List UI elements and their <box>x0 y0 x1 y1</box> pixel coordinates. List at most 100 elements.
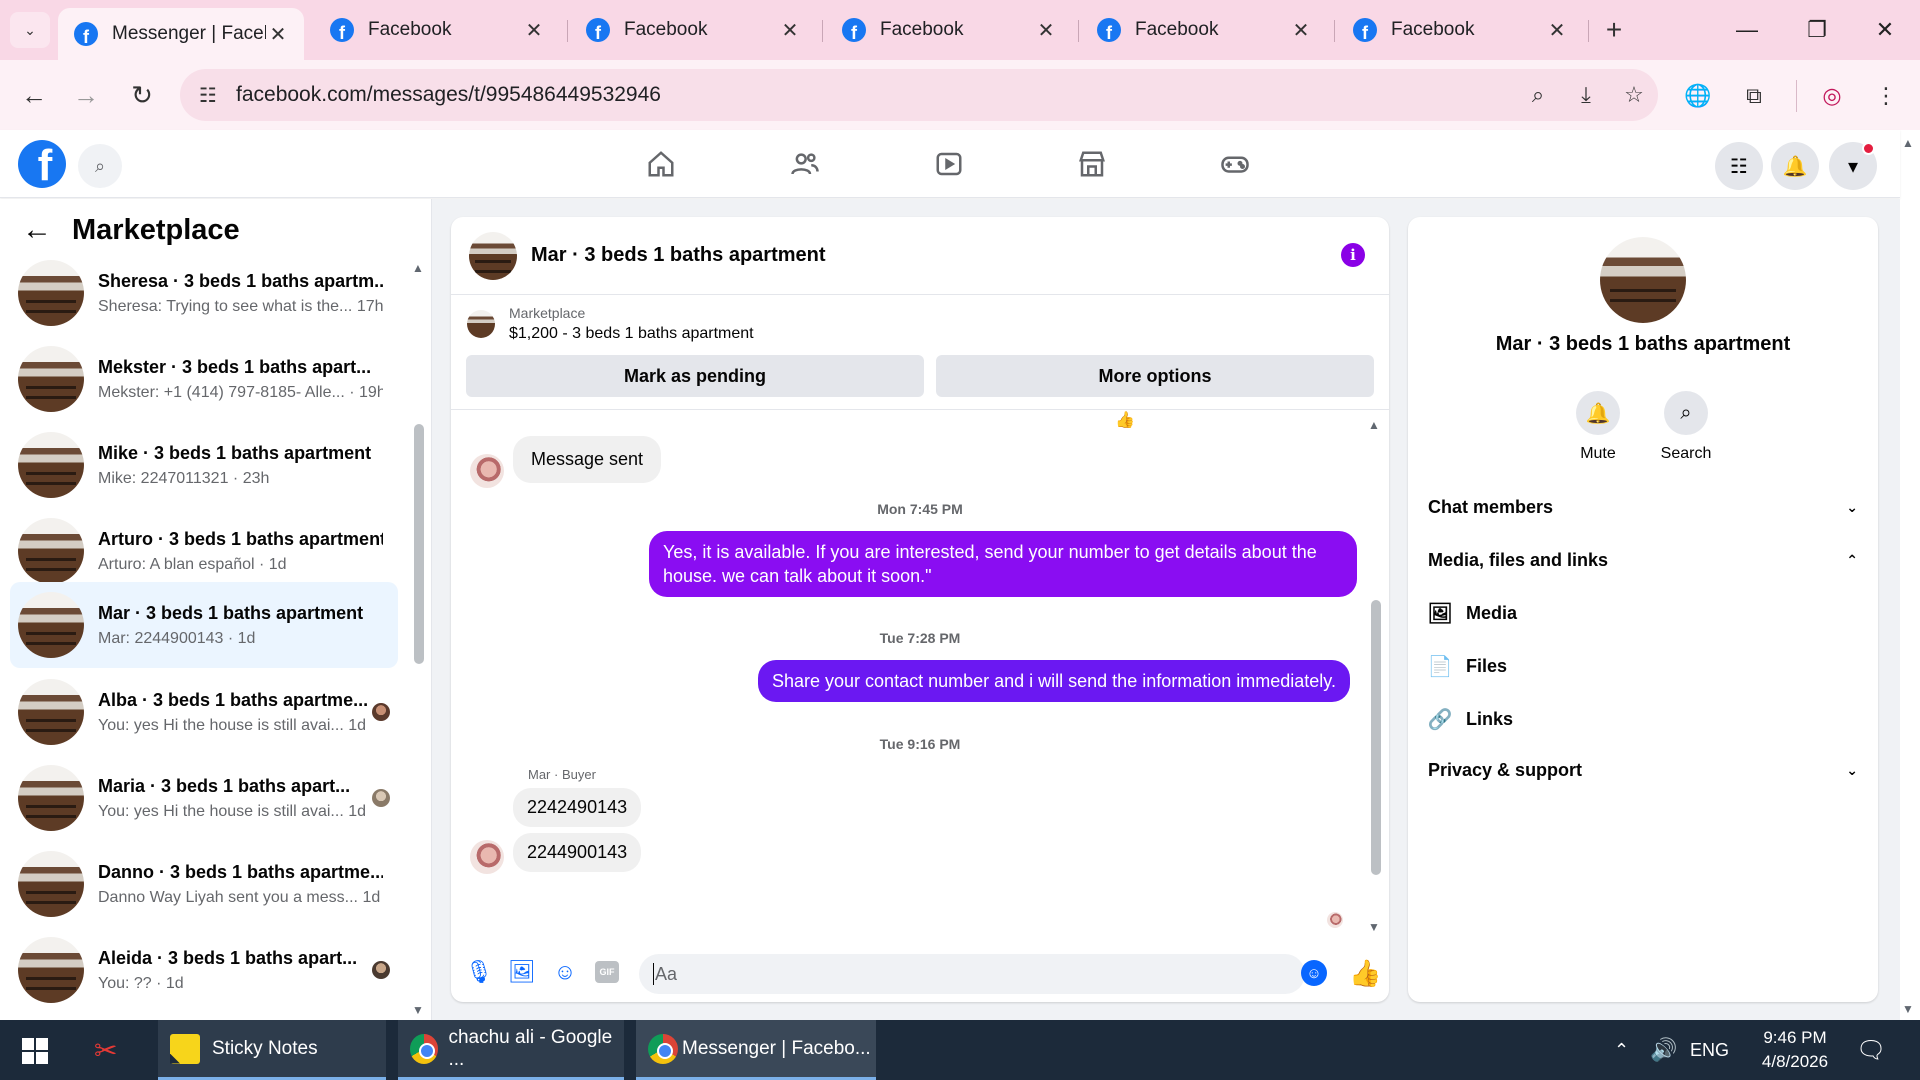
close-tab-icon[interactable]: ✕ <box>266 22 290 47</box>
message-input[interactable]: Aa <box>639 954 1305 994</box>
emoji-icon[interactable]: ☺ <box>1301 960 1327 986</box>
extensions-puzzle-icon[interactable]: ⧉ <box>1736 78 1772 114</box>
tab-facebook-5[interactable]: f Facebook ✕ <box>1337 8 1583 52</box>
timestamp: Tue 7:28 PM <box>879 630 961 646</box>
zoom-icon[interactable]: ⌕ <box>1514 82 1562 108</box>
globe-extension-icon[interactable]: 🌐 <box>1680 78 1716 114</box>
conversation-item[interactable]: Alba · 3 beds 1 baths apartme... You: ye… <box>10 669 398 755</box>
reload-icon[interactable]: ↻ <box>122 75 162 115</box>
kebab-menu-icon[interactable]: ⋮ <box>1868 78 1904 114</box>
tray-chevron-icon[interactable]: ⌃ <box>1614 1020 1629 1080</box>
links-item[interactable]: 🔗 Links <box>1428 707 1513 731</box>
gif-icon[interactable]: GIF <box>595 961 619 983</box>
media-files-links-section[interactable]: Media, files and links ⌃ <box>1428 550 1858 571</box>
site-settings-icon[interactable]: ☷ <box>180 83 236 108</box>
tab-title: Facebook <box>880 19 964 40</box>
conversation-item[interactable]: Mike · 3 beds 1 baths apartment Mike: 22… <box>10 422 398 508</box>
notifications-icon[interactable]: 🗨 <box>1856 1020 1886 1080</box>
profile-icon[interactable]: ◎ <box>1814 78 1850 114</box>
scroll-down-arrow-icon[interactable]: ▼ <box>1368 920 1380 934</box>
tab-facebook-4[interactable]: f Facebook ✕ <box>1081 8 1327 52</box>
taskbar-app-label: Messenger | Facebo... <box>682 1037 871 1059</box>
chat-title[interactable]: Mar · 3 beds 1 baths apartment <box>531 244 826 267</box>
page-scroll-down-arrow-icon[interactable]: ▼ <box>1902 1002 1914 1016</box>
install-app-icon[interactable]: ⤓ <box>1562 82 1610 108</box>
video-icon[interactable] <box>925 142 973 186</box>
microphone-icon[interactable]: 🎙 <box>465 958 493 986</box>
tab-facebook-3[interactable]: f Facebook ✕ <box>826 8 1072 52</box>
tab-search-chevron-icon[interactable]: ⌄ <box>10 12 50 48</box>
close-tab-icon[interactable]: ✕ <box>1289 18 1313 43</box>
marketplace-icon[interactable] <box>1068 142 1116 186</box>
tab-facebook-1[interactable]: f Facebook ✕ <box>314 8 560 52</box>
facebook-favicon-icon: f <box>586 18 610 42</box>
image-icon: 🖼 <box>1427 602 1453 625</box>
chat-members-section[interactable]: Chat members ⌄ <box>1428 497 1858 518</box>
menu-grid-icon[interactable]: ☷ <box>1715 142 1763 190</box>
notifications-bell-icon[interactable]: 🔔 <box>1771 142 1819 190</box>
chat-avatar[interactable] <box>469 231 517 280</box>
mute-button[interactable]: 🔔 Mute <box>1558 391 1638 463</box>
listing-thumbnail <box>18 518 84 584</box>
scroll-up-arrow-icon[interactable]: ▲ <box>412 261 424 275</box>
sidebar-scrollbar[interactable] <box>414 424 424 664</box>
back-arrow-icon[interactable]: ← <box>22 213 52 247</box>
minimize-icon[interactable]: — <box>1724 12 1770 48</box>
new-tab-plus-icon[interactable]: + <box>1596 14 1632 46</box>
search-icon[interactable]: ⌕ <box>78 144 122 188</box>
conversation-item[interactable]: Mekster · 3 beds 1 baths apart... Mekste… <box>10 336 398 422</box>
conversation-item[interactable]: Maria · 3 beds 1 baths apart... You: yes… <box>10 755 398 841</box>
message-bubble-outgoing: Yes, it is available. If you are interes… <box>649 531 1357 597</box>
text-caret <box>653 963 654 985</box>
conversation-item-active[interactable]: Mar · 3 beds 1 baths apartment Mar: 2244… <box>10 582 398 668</box>
scroll-down-arrow-icon[interactable]: ▼ <box>412 1003 424 1017</box>
more-options-button[interactable]: More options <box>936 355 1374 397</box>
conversation-time: 17h <box>356 297 383 315</box>
conversation-item[interactable]: Danno · 3 beds 1 baths apartme... Danno … <box>10 841 398 927</box>
mark-as-pending-button[interactable]: Mark as pending <box>466 355 924 397</box>
tab-messenger[interactable]: f Messenger | Facebook ✕ <box>58 8 304 60</box>
file-icon: 📄 <box>1427 655 1453 678</box>
tab-title: Facebook <box>1135 19 1219 40</box>
chat-scrollbar[interactable] <box>1371 600 1381 875</box>
taskbar-chrome-window-2[interactable]: Messenger | Facebo... <box>636 1020 876 1080</box>
taskbar-chrome-window-1[interactable]: chachu ali - Google ... <box>398 1020 624 1080</box>
facebook-logo-icon[interactable]: f <box>18 140 66 188</box>
friends-icon[interactable] <box>781 142 829 186</box>
photo-attach-icon[interactable]: 🖼 <box>508 958 536 986</box>
close-tab-icon[interactable]: ✕ <box>1545 18 1569 43</box>
restore-icon[interactable]: ❐ <box>1794 12 1840 48</box>
tab-facebook-2[interactable]: f Facebook ✕ <box>570 8 816 52</box>
taskbar-clock[interactable]: 9:46 PM 4/8/2026 <box>1740 1026 1850 1074</box>
conversation-item[interactable]: Aleida · 3 beds 1 baths apart... You: ??… <box>10 927 398 1013</box>
language-indicator[interactable]: ENG <box>1690 1020 1729 1080</box>
listing-thumbnail <box>18 851 84 917</box>
sticker-icon[interactable]: ☺ <box>551 958 579 986</box>
home-icon[interactable] <box>637 142 685 186</box>
info-icon[interactable]: i <box>1341 243 1365 267</box>
volume-icon[interactable]: 🔊 <box>1650 1020 1677 1080</box>
files-item[interactable]: 📄 Files <box>1428 654 1507 678</box>
marketplace-listing-row[interactable]: Marketplace $1,200 - 3 beds 1 baths apar… <box>467 305 754 343</box>
close-tab-icon[interactable]: ✕ <box>778 18 802 43</box>
taskbar-sticky-notes[interactable]: Sticky Notes <box>158 1020 386 1080</box>
forward-arrow-icon[interactable]: → <box>66 75 106 115</box>
page-scroll-up-arrow-icon[interactable]: ▲ <box>1902 136 1914 150</box>
search-conversation-button[interactable]: ⌕ Search <box>1646 391 1726 463</box>
conversation-item[interactable]: Sheresa · 3 beds 1 baths apartm... Shere… <box>10 250 398 336</box>
bookmark-star-icon[interactable]: ☆ <box>1610 82 1658 108</box>
close-tab-icon[interactable]: ✕ <box>1034 18 1058 43</box>
scroll-up-arrow-icon[interactable]: ▲ <box>1368 418 1380 432</box>
close-tab-icon[interactable]: ✕ <box>522 18 546 43</box>
windows-start-icon[interactable] <box>22 1038 48 1064</box>
gaming-icon[interactable] <box>1211 142 1259 186</box>
close-window-icon[interactable]: ✕ <box>1862 12 1908 48</box>
back-arrow-icon[interactable]: ← <box>14 75 54 115</box>
address-bar[interactable]: ☷ facebook.com/messages/t/99548644953294… <box>180 69 1658 121</box>
media-item[interactable]: 🖼 Media <box>1427 601 1517 625</box>
conversation-time: 1d <box>348 802 367 820</box>
privacy-support-section[interactable]: Privacy & support ⌄ <box>1428 760 1858 781</box>
taskbar-snipping-tool[interactable]: ✂ <box>94 1020 134 1080</box>
thumbs-up-like-icon[interactable]: 👍 <box>1349 958 1381 989</box>
chevron-down-icon: ⌄ <box>1846 762 1858 778</box>
